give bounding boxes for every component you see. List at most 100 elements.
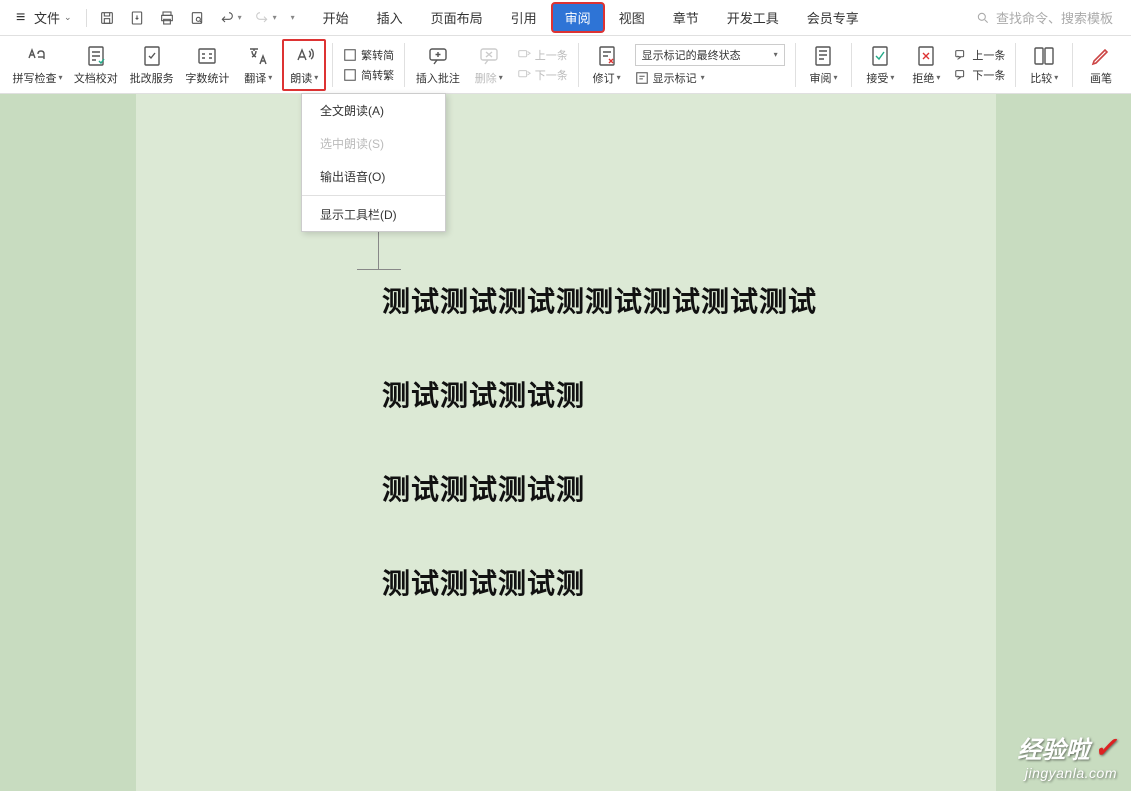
insert-comment-button[interactable]: 插入批注 xyxy=(411,39,465,91)
pen-button[interactable]: 画笔 xyxy=(1079,39,1123,91)
output-audio-item[interactable]: 输出语音(O) xyxy=(302,160,445,193)
ribbon: 拼写检查▾ 文档校对 批改服务 字数统计 翻译▾ 朗读▾ 繁转简 简转繁 插入批… xyxy=(0,36,1131,94)
tab-layout[interactable]: 页面布局 xyxy=(417,2,497,33)
document-content: 测试测试测试测测试测试测试测试 测试测试测试测 测试测试测试测 测试测试测试测 xyxy=(382,280,817,602)
preview-button[interactable] xyxy=(187,8,207,28)
separator xyxy=(851,43,852,87)
print-button[interactable] xyxy=(157,8,177,28)
tab-chapter[interactable]: 章节 xyxy=(659,2,713,33)
separator xyxy=(86,9,87,27)
doc-paragraph[interactable]: 测试测试测试测 xyxy=(382,468,817,508)
quick-access-toolbar: ▾ ▾ ▾ xyxy=(93,8,299,28)
separator xyxy=(302,195,445,196)
separator xyxy=(1072,43,1073,87)
read-aloud-button[interactable]: 朗读▾ xyxy=(282,39,326,91)
prev-comment-button[interactable]: 上一条 xyxy=(513,46,572,64)
prev-change-button[interactable]: 上一条 xyxy=(950,46,1009,64)
spellcheck-icon xyxy=(25,44,49,68)
prev-change-icon xyxy=(954,48,968,62)
read-aloud-dropdown: 全文朗读(A) 选中朗读(S) 输出语音(O) 显示工具栏(D) xyxy=(301,93,446,232)
track-icon xyxy=(595,44,619,68)
translate-icon xyxy=(246,44,270,68)
separator xyxy=(332,43,333,87)
tab-reference[interactable]: 引用 xyxy=(497,2,551,33)
tab-dev[interactable]: 开发工具 xyxy=(713,2,793,33)
comment-delete-icon xyxy=(477,44,501,68)
search-placeholder: 查找命令、搜索模板 xyxy=(996,8,1113,27)
review-pane-icon xyxy=(811,44,835,68)
read-selection-item[interactable]: 选中朗读(S) xyxy=(302,127,445,160)
jian2fan-button[interactable]: 简转繁 xyxy=(339,66,398,84)
next-comment-button[interactable]: 下一条 xyxy=(513,66,572,84)
markup-display-group: 显示标记的最终状态▾ 显示标记▾ xyxy=(631,39,789,91)
markup-icon xyxy=(635,71,649,85)
approve-icon xyxy=(140,44,164,68)
save-button[interactable] xyxy=(97,8,117,28)
show-markup-button[interactable]: 显示标记▾ xyxy=(635,70,785,86)
pen-icon xyxy=(1089,44,1113,68)
wordcount-button[interactable]: 字数统计 xyxy=(180,39,234,91)
chevron-down-icon: ⌄ xyxy=(64,12,72,23)
tab-review[interactable]: 审阅 xyxy=(551,2,605,33)
read-aloud-icon xyxy=(292,44,316,68)
tab-member[interactable]: 会员专享 xyxy=(793,2,873,33)
translate-button[interactable]: 翻译▾ xyxy=(236,39,280,91)
command-search[interactable]: 查找命令、搜索模板 xyxy=(966,8,1123,27)
docproof-icon xyxy=(84,44,108,68)
next-change-icon xyxy=(954,68,968,82)
next-change-button[interactable]: 下一条 xyxy=(950,66,1009,84)
read-all-item[interactable]: 全文朗读(A) xyxy=(302,94,445,127)
accept-button[interactable]: 接受▾ xyxy=(858,39,902,91)
undo-dropdown[interactable]: ▾ xyxy=(238,13,242,22)
convert-group: 繁转简 简转繁 xyxy=(339,39,398,91)
check-icon: ✓ xyxy=(1094,731,1117,764)
qat-more[interactable]: ▾ xyxy=(291,13,295,22)
doc-paragraph[interactable]: 测试测试测试测 xyxy=(382,374,817,414)
reject-icon xyxy=(914,44,938,68)
watermark-text: 经验啦 xyxy=(1018,730,1090,765)
compare-icon xyxy=(1032,44,1056,68)
undo-button[interactable] xyxy=(217,8,237,28)
doc-paragraph[interactable]: 测试测试测试测测试测试测试测试 xyxy=(382,280,817,320)
tab-strip: 开始 插入 页面布局 引用 审阅 视图 章节 开发工具 会员专享 xyxy=(309,2,873,33)
doc-paragraph[interactable]: 测试测试测试测 xyxy=(382,562,817,602)
search-icon xyxy=(976,11,990,25)
docproof-button[interactable]: 文档校对 xyxy=(69,39,123,91)
tab-insert[interactable]: 插入 xyxy=(363,2,417,33)
show-toolbar-item[interactable]: 显示工具栏(D) xyxy=(302,198,445,231)
tab-view[interactable]: 视图 xyxy=(605,2,659,33)
menubar: 文件 ⌄ ▾ ▾ ▾ 开始 插入 页面布局 引用 审阅 视图 章节 开发工具 会… xyxy=(0,0,1131,36)
approve-button[interactable]: 批改服务 xyxy=(125,39,179,91)
spellcheck-button[interactable]: 拼写检查▾ xyxy=(8,39,67,91)
review-pane-button[interactable]: 审阅▾ xyxy=(801,39,845,91)
prev-icon xyxy=(517,48,531,62)
watermark: 经验啦 ✓ jingyanla.com xyxy=(1018,730,1117,781)
export-button[interactable] xyxy=(127,8,147,28)
compare-button[interactable]: 比较▾ xyxy=(1022,39,1066,91)
comment-nav-group: 上一条 下一条 xyxy=(513,39,572,91)
file-menu[interactable]: 文件 ⌄ xyxy=(8,8,80,27)
watermark-url: jingyanla.com xyxy=(1018,765,1117,781)
comment-add-icon xyxy=(426,44,450,68)
redo-dropdown[interactable]: ▾ xyxy=(273,13,277,22)
accept-icon xyxy=(868,44,892,68)
document-area: 测试测试测试测测试测试测试测试 测试测试测试测 测试测试测试测 测试测试测试测 xyxy=(0,94,1131,791)
redo-button[interactable] xyxy=(252,8,272,28)
next-icon xyxy=(517,68,531,82)
separator xyxy=(404,43,405,87)
tab-start[interactable]: 开始 xyxy=(309,2,363,33)
menu-icon xyxy=(16,9,30,27)
document-page[interactable]: 测试测试测试测测试测试测试测试 测试测试测试测 测试测试测试测 测试测试测试测 xyxy=(136,94,996,791)
markup-state-select[interactable]: 显示标记的最终状态▾ xyxy=(635,44,785,66)
fan-icon xyxy=(343,48,357,62)
reject-button[interactable]: 拒绝▾ xyxy=(904,39,948,91)
separator xyxy=(795,43,796,87)
wordcount-icon xyxy=(195,44,219,68)
separator xyxy=(1015,43,1016,87)
fan2jian-button[interactable]: 繁转简 xyxy=(339,46,398,64)
track-changes-button[interactable]: 修订▾ xyxy=(585,39,629,91)
file-label: 文件 xyxy=(34,8,60,27)
delete-comment-button[interactable]: 删除▾ xyxy=(467,39,511,91)
jian-icon xyxy=(343,68,357,82)
separator xyxy=(578,43,579,87)
